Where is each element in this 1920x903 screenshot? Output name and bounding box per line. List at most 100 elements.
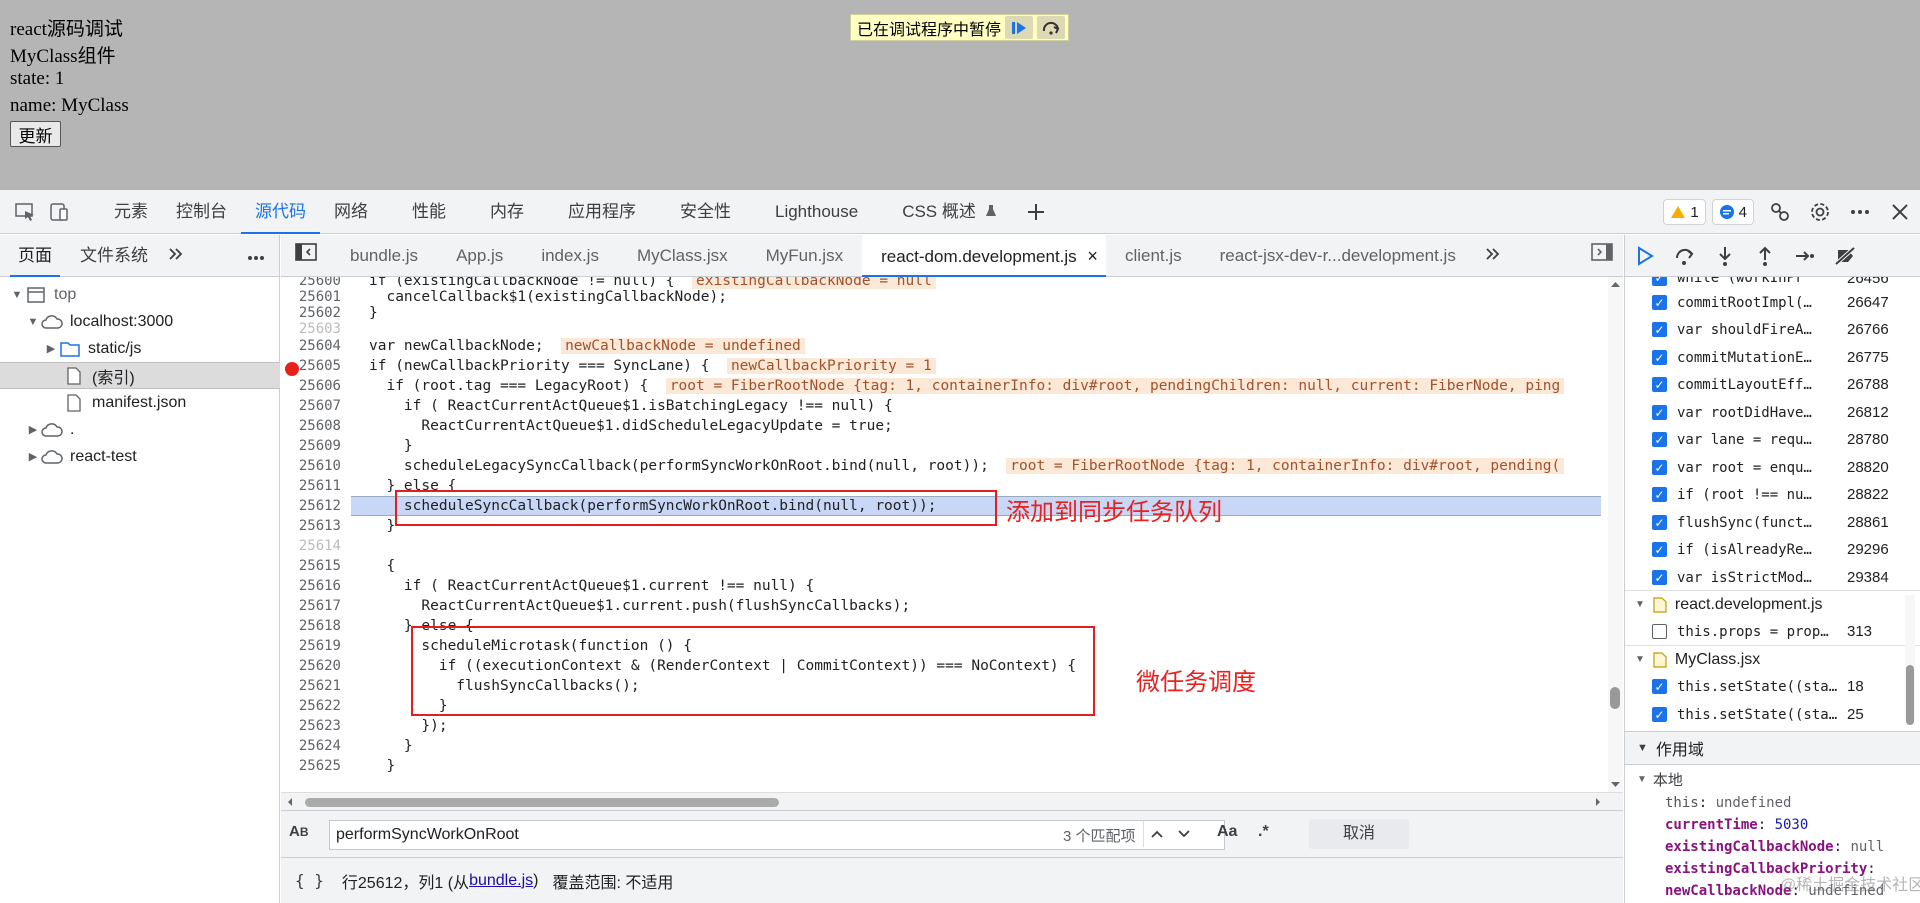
collapse-triangle-icon[interactable]: ▶ — [26, 423, 40, 437]
cancel-search-button[interactable]: 取消 — [1309, 819, 1409, 849]
breakpoint-checkbox[interactable]: ✓ — [1652, 350, 1667, 365]
step-button[interactable] — [1785, 235, 1825, 277]
breakpoint-checkbox[interactable]: ✓ — [1652, 570, 1667, 585]
deactivate-breakpoints-button[interactable] — [1825, 235, 1865, 277]
file-tab-react-jsx-dev[interactable]: react-jsx-dev-r...development.js — [1201, 235, 1475, 277]
more-tabs-plus-icon[interactable] — [1019, 190, 1053, 234]
tree-item-react-test[interactable]: ▶ react-test — [0, 443, 280, 470]
breakpoint-checkbox[interactable]: ✓ — [1652, 277, 1667, 286]
close-tab-icon[interactable]: × — [1087, 246, 1098, 266]
breakpoint-marker[interactable] — [285, 362, 299, 376]
source-map-link[interactable]: bundle.js — [469, 872, 533, 890]
vertical-scroll-thumb[interactable] — [1610, 687, 1620, 709]
previous-match-button[interactable] — [1143, 821, 1169, 847]
breakpoint-item[interactable]: ✓ if (isAlreadyRe… 29296 — [1625, 536, 1905, 563]
breakpoint-item[interactable]: ✓ if (root !== nu… 28822 — [1625, 481, 1905, 508]
inspect-element-icon[interactable] — [8, 190, 42, 234]
more-navigator-tabs-icon[interactable] — [160, 235, 192, 277]
breakpoint-checkbox[interactable]: ✓ — [1652, 322, 1667, 337]
scope-var-currentTime[interactable]: currentTime: 5030 — [1665, 817, 1920, 839]
tree-item-localhost[interactable]: ▼ localhost:3000 — [0, 308, 280, 335]
tab-lighthouse[interactable]: Lighthouse — [745, 190, 872, 234]
customize-icon[interactable] — [1760, 190, 1800, 234]
file-tab-app[interactable]: App.js — [437, 235, 522, 277]
expand-triangle-icon[interactable]: ▼ — [10, 288, 24, 302]
breakpoint-group-myclass[interactable]: ▼ MyClass.jsx — [1625, 645, 1920, 673]
breakpoint-item[interactable]: ✓ commitRootImpl(… 26647 — [1625, 289, 1905, 316]
breakpoint-item[interactable]: ✓ this.setState((sta… 18 — [1625, 673, 1905, 700]
breakpoint-item[interactable]: ✓ var shouldFireA… 26766 — [1625, 316, 1905, 343]
tab-security[interactable]: 安全性 — [650, 190, 745, 234]
breakpoint-checkbox[interactable]: ✓ — [1652, 460, 1667, 475]
horizontal-scroll-thumb[interactable] — [305, 798, 779, 807]
breakpoint-group-react-development[interactable]: ▼ react.development.js — [1625, 590, 1920, 618]
collapse-triangle-icon[interactable]: ▼ — [1637, 742, 1648, 754]
tab-application[interactable]: 应用程序 — [538, 190, 650, 234]
breakpoint-item[interactable]: ✓ commitLayoutEff… 26788 — [1625, 371, 1905, 398]
resume-button[interactable] — [1625, 235, 1665, 277]
breakpoint-item[interactable]: ✓ var root = enqu… 28820 — [1625, 454, 1905, 481]
breakpoint-checkbox[interactable]: ✓ — [1652, 295, 1667, 310]
settings-gear-icon[interactable] — [1800, 190, 1840, 234]
collapse-triangle-icon[interactable]: ▼ — [1635, 654, 1645, 665]
breakpoint-checkbox[interactable]: ✓ — [1652, 487, 1667, 502]
tree-item-index[interactable]: (索引) — [0, 362, 280, 389]
breakpoint-checkbox[interactable]: ✓ — [1652, 542, 1667, 557]
tab-console[interactable]: 控制台 — [162, 190, 241, 234]
tab-filesystem[interactable]: 文件系统 — [72, 235, 156, 277]
file-tab-bundle[interactable]: bundle.js — [331, 235, 437, 277]
step-over-button[interactable] — [1037, 16, 1066, 39]
scope-section-header[interactable]: ▼ 作用域 — [1625, 731, 1920, 765]
tab-elements[interactable]: 元素 — [100, 190, 162, 234]
next-match-button[interactable] — [1171, 821, 1197, 847]
tab-sources[interactable]: 源代码 — [241, 190, 320, 234]
collapse-triangle-icon[interactable]: ▼ — [1635, 599, 1645, 610]
code-area[interactable]: 25600 if (existingCallbackNode != null) {… — [281, 277, 1623, 792]
breakpoint-item[interactable]: ✓ flushSync(funct… 28861 — [1625, 509, 1905, 536]
more-file-tabs-icon[interactable] — [1475, 235, 1511, 277]
step-out-button[interactable] — [1745, 235, 1785, 277]
replace-toggle-icon[interactable]: AB — [289, 823, 309, 840]
navigator-menu-icon[interactable] — [239, 235, 273, 277]
tab-css-overview[interactable]: CSS 概述 — [872, 190, 1010, 234]
code-line-breakpoint[interactable]: 25605 if (newCallbackPriority === SyncLan… — [281, 356, 1601, 376]
file-tab-client[interactable]: client.js — [1106, 235, 1201, 277]
regex-button[interactable]: .* — [1258, 823, 1269, 841]
pretty-print-icon[interactable]: { } — [295, 871, 324, 890]
breakpoint-item[interactable]: this.props = prop… 313 — [1625, 618, 1905, 645]
tab-page[interactable]: 页面 — [10, 235, 60, 277]
tree-item-top[interactable]: ▼ top — [0, 281, 280, 308]
scope-var-existingCallbackNode[interactable]: existingCallbackNode: null — [1665, 839, 1920, 861]
breakpoints-scroll-thumb[interactable] — [1906, 665, 1914, 725]
breakpoint-item[interactable]: ✓ var isStrictMod… 29384 — [1625, 564, 1905, 591]
tab-network[interactable]: 网络 — [320, 190, 382, 234]
close-devtools-icon[interactable] — [1880, 190, 1920, 234]
breakpoints-scrollbar[interactable] — [1905, 595, 1915, 725]
breakpoint-checkbox[interactable]: ✓ — [1652, 377, 1667, 392]
more-options-icon[interactable] — [1840, 190, 1880, 234]
scope-local-header[interactable]: ▼ 本地 — [1625, 766, 1920, 792]
breakpoint-item[interactable]: ✓ var lane = requ… 28780 — [1625, 426, 1905, 453]
step-into-button[interactable] — [1705, 235, 1745, 277]
match-case-button[interactable]: Aa — [1217, 823, 1237, 841]
scope-var-this[interactable]: this: undefined — [1665, 795, 1920, 817]
breakpoint-item[interactable]: ✓ commitMutationE… 26775 — [1625, 344, 1905, 371]
file-tab-index[interactable]: index.js — [522, 235, 618, 277]
expand-triangle-icon[interactable]: ▼ — [26, 315, 40, 329]
tree-item-dot[interactable]: ▶ . — [0, 416, 280, 443]
horizontal-scrollbar[interactable] — [281, 792, 1623, 810]
breakpoint-checkbox[interactable]: ✓ — [1652, 432, 1667, 447]
tree-item-manifest[interactable]: manifest.json — [0, 389, 280, 416]
collapse-triangle-icon[interactable]: ▼ — [1637, 774, 1647, 785]
device-toolbar-icon[interactable] — [42, 190, 76, 234]
file-tab-myfun[interactable]: MyFun.jsx — [747, 235, 862, 277]
breakpoint-item[interactable]: ✓ this.setState((sta… 25 — [1625, 701, 1905, 728]
toggle-debugger-icon[interactable] — [1591, 235, 1613, 277]
tree-item-static-js[interactable]: ▶ static/js — [0, 335, 280, 362]
vertical-scrollbar[interactable] — [1608, 277, 1623, 792]
file-tab-react-dom[interactable]: react-dom.development.js × — [862, 234, 1106, 277]
file-tab-myclass[interactable]: MyClass.jsx — [618, 235, 747, 277]
step-over-button[interactable] — [1665, 235, 1705, 277]
resume-button[interactable] — [1005, 16, 1034, 39]
toggle-navigator-icon[interactable] — [281, 235, 331, 277]
